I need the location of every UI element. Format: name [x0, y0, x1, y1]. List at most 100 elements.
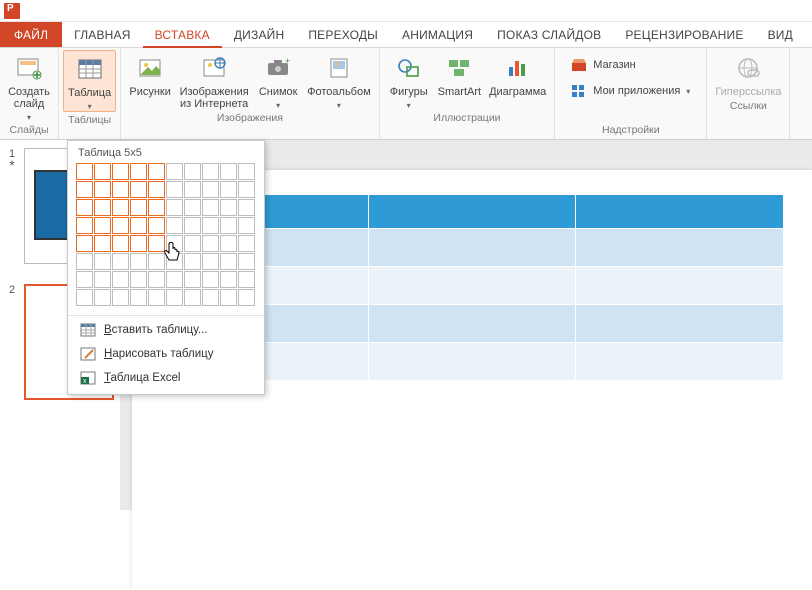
grid-cell[interactable] [220, 217, 237, 234]
table-cell[interactable] [576, 267, 784, 305]
grid-cell[interactable] [148, 253, 165, 270]
grid-cell[interactable] [76, 235, 93, 252]
tab-показ слайдов[interactable]: ПОКАЗ СЛАЙДОВ [485, 22, 613, 47]
draw-table-item[interactable]: Нарисовать таблицу [68, 342, 264, 366]
grid-cell[interactable] [94, 235, 111, 252]
grid-cell[interactable] [112, 199, 129, 216]
grid-cell[interactable] [238, 199, 255, 216]
grid-cell[interactable] [112, 253, 129, 270]
grid-cell[interactable] [76, 217, 93, 234]
tab-рецензирование[interactable]: РЕЦЕНЗИРОВАНИЕ [613, 22, 755, 47]
grid-cell[interactable] [202, 289, 219, 306]
grid-cell[interactable] [94, 199, 111, 216]
grid-cell[interactable] [220, 181, 237, 198]
grid-cell[interactable] [130, 235, 147, 252]
grid-cell[interactable] [94, 181, 111, 198]
grid-cell[interactable] [76, 199, 93, 216]
myapps-button[interactable]: Мои приложения ▾ [565, 82, 696, 100]
grid-cell[interactable] [202, 253, 219, 270]
grid-cell[interactable] [220, 163, 237, 180]
grid-cell[interactable] [76, 163, 93, 180]
grid-cell[interactable] [94, 271, 111, 288]
table-button[interactable]: Таблица ▾ [63, 50, 116, 112]
tab-дизайн[interactable]: ДИЗАЙН [222, 22, 297, 47]
grid-cell[interactable] [130, 199, 147, 216]
online-pictures-button[interactable]: Изображения из Интернета [175, 50, 253, 110]
grid-cell[interactable] [148, 235, 165, 252]
grid-cell[interactable] [148, 217, 165, 234]
photo-album-button[interactable]: Фотоальбом ▾ [303, 50, 375, 110]
grid-cell[interactable] [238, 181, 255, 198]
grid-cell[interactable] [238, 163, 255, 180]
grid-cell[interactable] [220, 235, 237, 252]
grid-cell[interactable] [202, 271, 219, 288]
new-slide-button[interactable]: Создать слайд ▾ [4, 50, 54, 122]
grid-cell[interactable] [94, 289, 111, 306]
tab-вид[interactable]: ВИД [756, 22, 805, 47]
grid-cell[interactable] [130, 217, 147, 234]
hyperlink-button[interactable]: Гиперссылка [711, 50, 785, 98]
grid-cell[interactable] [112, 163, 129, 180]
grid-cell[interactable] [112, 271, 129, 288]
grid-cell[interactable] [202, 235, 219, 252]
tab-анимация[interactable]: АНИМАЦИЯ [390, 22, 485, 47]
grid-cell[interactable] [130, 163, 147, 180]
grid-cell[interactable] [76, 181, 93, 198]
grid-cell[interactable] [148, 163, 165, 180]
grid-cell[interactable] [130, 181, 147, 198]
grid-cell[interactable] [202, 181, 219, 198]
table-header-cell[interactable] [368, 195, 576, 229]
store-button[interactable]: Магазин [565, 56, 696, 74]
smartart-button[interactable]: SmartArt [434, 50, 485, 98]
grid-cell[interactable] [166, 253, 183, 270]
grid-cell[interactable] [130, 289, 147, 306]
grid-cell[interactable] [184, 163, 201, 180]
grid-cell[interactable] [148, 289, 165, 306]
screenshot-button[interactable]: + Снимок ▾ [253, 50, 303, 110]
grid-cell[interactable] [202, 163, 219, 180]
tab-главная[interactable]: ГЛАВНАЯ [62, 22, 142, 47]
grid-cell[interactable] [130, 271, 147, 288]
grid-cell[interactable] [202, 217, 219, 234]
grid-cell[interactable] [166, 181, 183, 198]
grid-cell[interactable] [184, 199, 201, 216]
grid-cell[interactable] [166, 289, 183, 306]
grid-cell[interactable] [238, 235, 255, 252]
tab-file[interactable]: ФАЙЛ [0, 22, 62, 47]
tab-вставка[interactable]: ВСТАВКА [143, 22, 222, 48]
grid-cell[interactable] [202, 199, 219, 216]
grid-cell[interactable] [238, 289, 255, 306]
grid-cell[interactable] [184, 217, 201, 234]
grid-cell[interactable] [148, 199, 165, 216]
grid-cell[interactable] [184, 235, 201, 252]
table-cell[interactable] [576, 229, 784, 267]
grid-cell[interactable] [112, 181, 129, 198]
grid-cell[interactable] [220, 271, 237, 288]
grid-cell[interactable] [238, 271, 255, 288]
tab-переходы[interactable]: ПЕРЕХОДЫ [296, 22, 390, 47]
grid-cell[interactable] [184, 181, 201, 198]
table-size-grid[interactable] [68, 163, 264, 313]
grid-cell[interactable] [94, 217, 111, 234]
grid-cell[interactable] [94, 163, 111, 180]
grid-cell[interactable] [112, 217, 129, 234]
grid-cell[interactable] [166, 163, 183, 180]
grid-cell[interactable] [76, 253, 93, 270]
table-cell[interactable] [368, 343, 576, 381]
grid-cell[interactable] [148, 271, 165, 288]
grid-cell[interactable] [130, 253, 147, 270]
insert-table-item[interactable]: Вставить таблицу... [68, 318, 264, 342]
grid-cell[interactable] [184, 289, 201, 306]
grid-cell[interactable] [184, 253, 201, 270]
shapes-button[interactable]: Фигуры ▾ [384, 50, 434, 110]
table-cell[interactable] [368, 305, 576, 343]
excel-table-item[interactable]: x Таблица Excel [68, 366, 264, 390]
table-cell[interactable] [368, 229, 576, 267]
grid-cell[interactable] [112, 289, 129, 306]
grid-cell[interactable] [166, 217, 183, 234]
grid-cell[interactable] [220, 253, 237, 270]
chart-button[interactable]: Диаграмма [485, 50, 550, 98]
pictures-button[interactable]: Рисунки [125, 50, 175, 98]
grid-cell[interactable] [148, 181, 165, 198]
grid-cell[interactable] [94, 253, 111, 270]
